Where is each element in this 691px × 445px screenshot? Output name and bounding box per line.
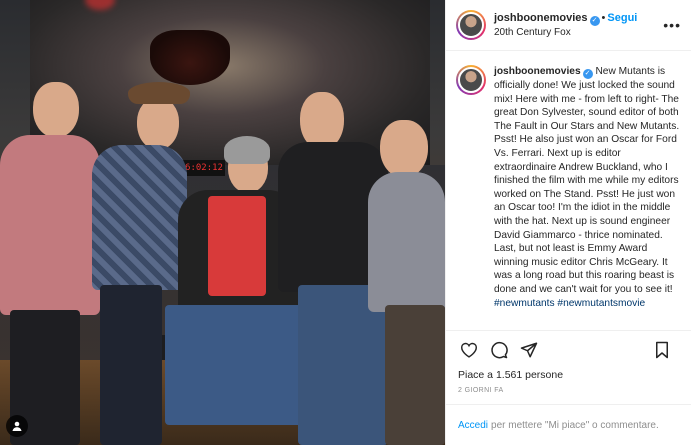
post-sidebar: joshboonemovies ✓ • Segui 20th Century Fox … <box>445 0 691 445</box>
action-bar <box>446 331 691 369</box>
follow-button[interactable]: Segui <box>607 12 637 24</box>
caption-avatar[interactable] <box>456 65 486 95</box>
location-link[interactable]: 20th Century Fox <box>494 26 637 40</box>
likes-count[interactable]: Piace a 1.561 persone <box>446 369 691 383</box>
more-options-icon[interactable]: ••• <box>663 17 681 33</box>
caption: joshboonemovies ✓ New Mutants is official… <box>494 65 681 330</box>
header-username[interactable]: joshboonemovies <box>494 12 588 24</box>
caption-username[interactable]: joshboonemovies <box>494 66 581 77</box>
instagram-post: 6:02:12 joshboonemovies ✓ • Segui 20th C… <box>0 0 691 445</box>
beast-mouth <box>150 30 230 85</box>
bookmark-icon[interactable] <box>651 339 673 361</box>
tagged-users-icon[interactable] <box>6 415 28 437</box>
share-icon[interactable] <box>518 339 540 361</box>
heart-icon[interactable] <box>458 339 480 361</box>
comment-icon[interactable] <box>488 339 510 361</box>
login-prompt: Accedi per mettere "Mi piace" o commenta… <box>446 405 691 445</box>
caption-verified-icon: ✓ <box>582 69 593 79</box>
avatar[interactable] <box>456 10 486 40</box>
timecode-display: 6:02:12 <box>183 160 225 176</box>
post-header: joshboonemovies ✓ • Segui 20th Century Fox … <box>446 0 691 51</box>
post-timestamp[interactable]: 2 GIORNI FA <box>446 383 691 405</box>
login-link[interactable]: Accedi <box>458 420 488 431</box>
verified-badge-icon: ✓ <box>589 16 600 26</box>
login-prompt-text: per mettere "Mi piace" o commentare. <box>491 419 659 431</box>
comments-area: joshboonemovies ✓ New Mutants is official… <box>446 51 691 331</box>
caption-text: New Mutants is officially done! We just … <box>494 66 680 295</box>
separator-dot: • <box>601 12 606 24</box>
caption-hashtags[interactable]: #newmutants #newmutantsmovie <box>494 298 645 309</box>
post-photo[interactable]: 6:02:12 <box>0 0 445 445</box>
